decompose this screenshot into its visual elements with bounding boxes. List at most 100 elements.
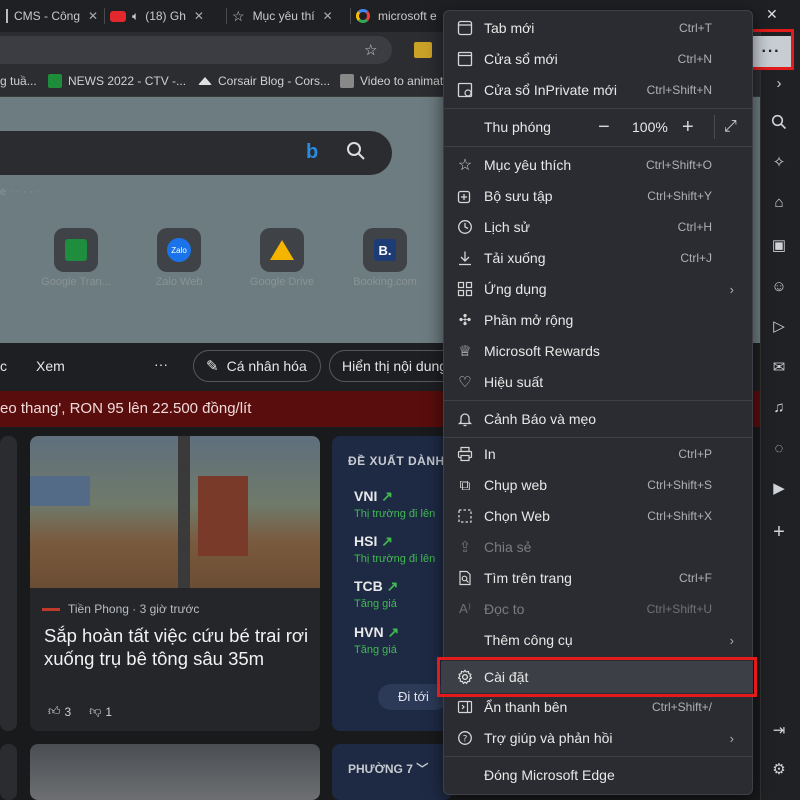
nav-item-xem[interactable]: Xem	[36, 358, 65, 374]
games-icon[interactable]: ▷	[768, 315, 790, 337]
add-favorite-icon[interactable]: ☆	[364, 41, 377, 59]
youtube-icon	[110, 10, 126, 22]
address-bar[interactable]: ☆	[0, 36, 392, 64]
fullscreen-icon[interactable]: ⤢	[724, 118, 737, 136]
close-icon[interactable]: ✕	[194, 9, 204, 23]
tab-youtube[interactable]: 🔈︎ (18) Gh ✕	[110, 2, 222, 30]
menu-item-new-tab[interactable]: Tab mới Ctrl+T	[446, 13, 750, 43]
news-card-partial[interactable]	[0, 744, 17, 800]
favorite-item[interactable]: Video to animat	[340, 74, 443, 88]
close-icon[interactable]: ✕	[88, 9, 98, 23]
weather-panel[interactable]: PHƯỜNG 7 ﹀	[332, 744, 452, 800]
more-icon[interactable]: ···	[154, 356, 168, 372]
menu-item-help-feedback[interactable]: ? Trợ giúp và phản hồi ›	[446, 723, 750, 753]
settings-highlight-box	[437, 657, 757, 697]
menu-item-favorites[interactable]: ☆ Mục yêu thích Ctrl+Shift+O	[446, 150, 750, 180]
corsair-icon	[198, 77, 212, 85]
stock-item[interactable]: TCB ↗ Tăng giá	[354, 578, 398, 610]
stock-item[interactable]: VNI ↗ Thị trường đi lên	[354, 488, 435, 520]
quick-link-booking[interactable]: B.	[363, 228, 407, 272]
display-content-button[interactable]: Hiển thị nội dung	[329, 350, 459, 382]
menu-item-close-edge[interactable]: Đóng Microsoft Edge	[446, 760, 750, 790]
chevron-down-icon[interactable]: ﹀	[416, 762, 428, 776]
menu-item-performance[interactable]: ♡ Hiệu suất	[446, 367, 750, 397]
music-icon[interactable]: ♫	[768, 396, 790, 418]
tools-briefcase-icon[interactable]: ▣	[768, 234, 790, 256]
favorite-item[interactable]: g tuầ...	[0, 74, 37, 88]
drive-icon	[270, 240, 294, 260]
add-icon[interactable]: +	[768, 521, 790, 543]
zoom-in-button[interactable]: +	[682, 116, 694, 139]
like-icon[interactable]: 👍︎	[48, 704, 61, 719]
nav-item[interactable]: c	[0, 358, 7, 374]
menu-item-collections[interactable]: Bộ sưu tập Ctrl+Shift+Y	[446, 181, 750, 211]
news-card-partial[interactable]	[0, 436, 17, 731]
sheets-icon	[65, 239, 87, 261]
news-card[interactable]	[30, 744, 320, 800]
sidebar-toggle-icon	[456, 698, 474, 716]
apps-grid-icon	[456, 280, 474, 298]
collections-icon	[456, 187, 474, 205]
quick-link-zalo[interactable]: Zalo	[157, 228, 201, 272]
menu-item-history[interactable]: Lịch sử Ctrl+H	[446, 212, 750, 242]
close-icon[interactable]: ✕	[323, 9, 333, 23]
favorite-item[interactable]: NEWS 2022 - CTV -...	[48, 74, 186, 88]
people-icon[interactable]: ☺	[768, 275, 790, 297]
quick-link-google-drive[interactable]	[260, 228, 304, 272]
outlook-icon[interactable]: ✉	[768, 356, 790, 378]
tab-label: Mục yêu thí	[252, 9, 315, 23]
search-box[interactable]: b	[0, 131, 392, 175]
menu-item-new-window[interactable]: Cửa sổ mới Ctrl+N	[446, 44, 750, 74]
stock-item[interactable]: HSI ↗ Thị trường đi lên	[354, 533, 435, 565]
menu-item-hide-sidebar[interactable]: Ẩn thanh bên Ctrl+Shift+/	[446, 692, 750, 722]
source-logo-icon	[42, 607, 60, 611]
menu-item-extensions[interactable]: ✣ Phần mở rộng	[446, 305, 750, 335]
printer-icon	[456, 445, 474, 463]
favorites-star-icon: ☆	[457, 157, 473, 174]
speaker-icon[interactable]: 🔈︎	[132, 9, 139, 24]
menu-item-downloads[interactable]: Tải xuống Ctrl+J	[446, 243, 750, 273]
trophy-icon: ♕	[458, 343, 472, 360]
trend-up-icon: ↗	[381, 533, 393, 549]
shopping-tag-icon[interactable]: ⌂	[768, 191, 790, 213]
chevron-right-icon[interactable]: ›	[768, 72, 790, 94]
menu-item-web-capture[interactable]: ⧉ Chụp web Ctrl+Shift+S	[446, 470, 750, 500]
search-icon[interactable]	[768, 111, 790, 133]
gear-icon[interactable]: ⚙	[768, 758, 790, 780]
menu-item-web-select[interactable]: Chọn Web Ctrl+Shift+X	[446, 501, 750, 531]
hide-sidebar-icon[interactable]: ⇥	[768, 719, 790, 741]
news-card[interactable]: Tiền Phong · 3 giờ trước Sắp hoàn tất vi…	[30, 436, 320, 731]
trend-up-icon: ↗	[381, 488, 393, 504]
menu-item-new-inprivate[interactable]: Cửa sổ InPrivate mới Ctrl+Shift+N	[446, 75, 750, 105]
favorite-item[interactable]: Corsair Blog - Cors...	[198, 74, 330, 88]
tab-google[interactable]: microsoft e	[356, 2, 446, 30]
menu-item-apps[interactable]: Ứng dụng ›	[446, 274, 750, 304]
rig-mast	[178, 436, 190, 588]
search-icon[interactable]	[346, 141, 366, 161]
menu-item-find-on-page[interactable]: Tìm trên trang Ctrl+F	[446, 563, 750, 593]
zoom-out-button[interactable]: −	[598, 116, 610, 139]
page-icon	[6, 9, 8, 23]
menu-item-more-tools[interactable]: Thêm công cụ ›	[446, 625, 750, 655]
new-tab-icon	[456, 19, 474, 37]
personalize-button[interactable]: ✎ Cá nhân hóa	[193, 350, 321, 382]
menu-item-rewards[interactable]: ♕ Microsoft Rewards	[446, 336, 750, 366]
quick-link-google-translate[interactable]	[54, 228, 98, 272]
extension-icon[interactable]	[414, 42, 432, 58]
dislike-icon[interactable]: 👎︎	[89, 704, 101, 719]
news-image	[30, 436, 320, 588]
youtube-icon[interactable]: ▶	[768, 477, 790, 499]
web-capture-icon: ⧉	[459, 476, 471, 494]
tab-cms[interactable]: CMS - Công ✕	[0, 2, 98, 30]
menu-item-alerts-tips[interactable]: Cảnh Báo và mẹo	[446, 404, 750, 434]
stock-item[interactable]: HVN ↗ Tăng giá	[354, 624, 399, 656]
chevron-right-icon: ›	[729, 730, 734, 746]
tab-favorites[interactable]: ☆ Mục yêu thí ✕	[232, 2, 350, 30]
close-window-icon[interactable]: ✕	[766, 6, 778, 23]
menu-item-print[interactable]: In Ctrl+P	[446, 439, 750, 469]
bing-icon[interactable]: b	[306, 141, 318, 164]
menu-item-share: ⇪ Chia sẻ	[446, 532, 750, 562]
sparkle-icon[interactable]: ✧	[768, 151, 790, 173]
messenger-icon[interactable]: ◌	[768, 437, 790, 459]
sheets-icon	[48, 74, 62, 88]
